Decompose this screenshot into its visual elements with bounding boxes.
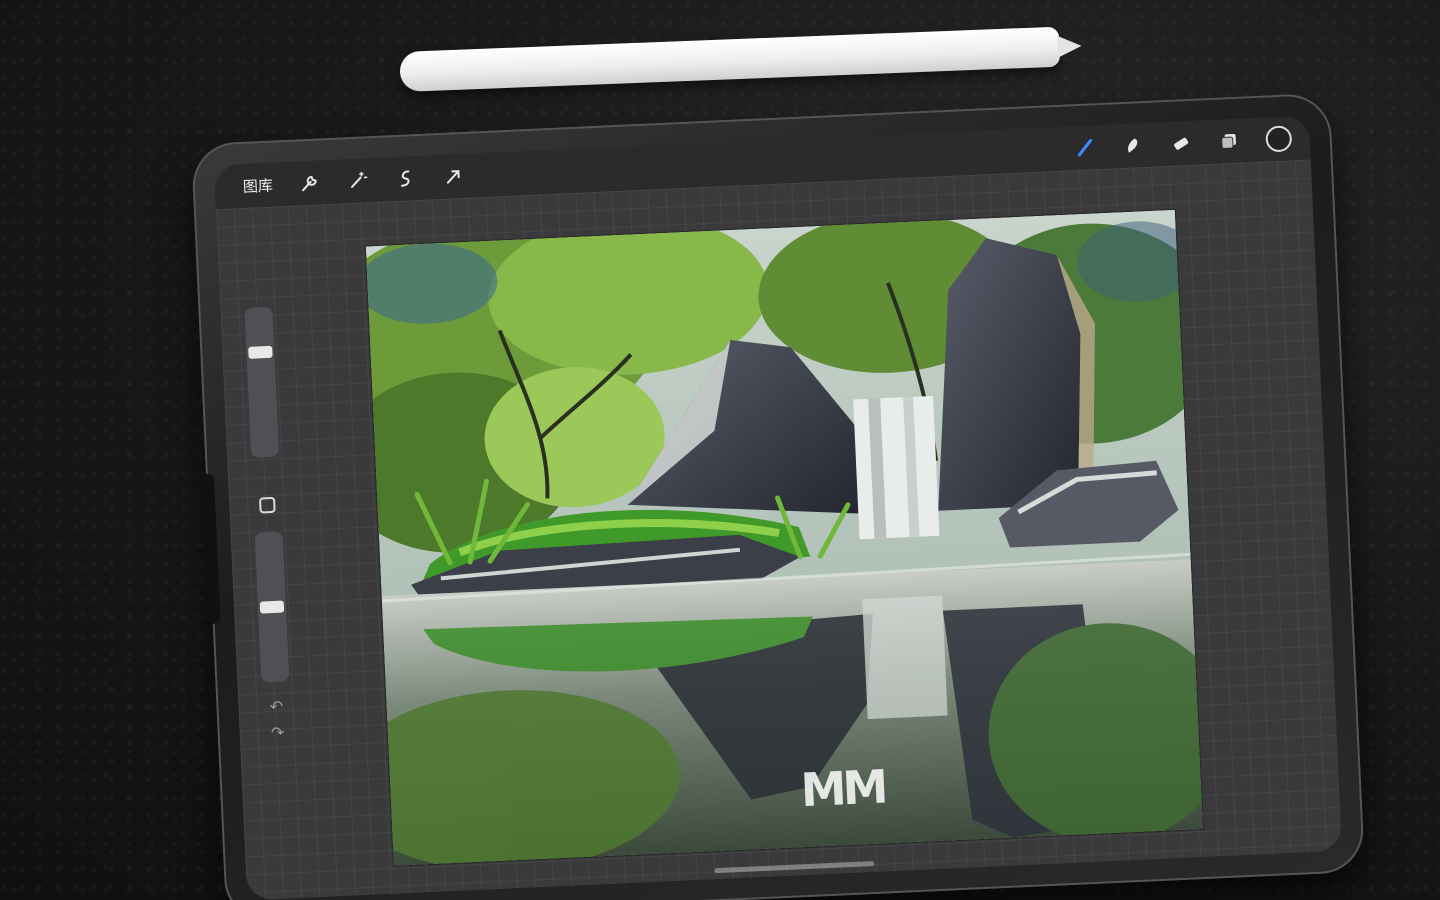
magic-wand-icon[interactable] — [346, 169, 369, 192]
selection-icon[interactable] — [394, 167, 417, 190]
apple-pencil — [399, 26, 1082, 92]
desk-background: 图库 ↶ ↷ MM — [0, 0, 1440, 900]
toolbar-right — [1073, 125, 1293, 161]
smudge-icon[interactable] — [1121, 134, 1144, 157]
transform-arrow-icon[interactable] — [442, 165, 465, 188]
canvas-workspace: ↶ ↷ MM — [215, 159, 1343, 900]
landscape-painting — [365, 209, 1204, 866]
layers-icon[interactable] — [1217, 130, 1240, 153]
brush-icon[interactable] — [1073, 136, 1096, 159]
gallery-button[interactable]: 图库 — [242, 174, 273, 196]
studio-watermark: MM — [799, 759, 886, 818]
procreate-screen: 图库 ↶ ↷ MM — [213, 115, 1343, 900]
brush-size-thumb[interactable] — [248, 345, 273, 359]
opacity-thumb[interactable] — [259, 600, 285, 614]
pencil-magnet-notch — [199, 473, 221, 625]
undo-button[interactable]: ↶ — [266, 697, 287, 718]
wrench-icon[interactable] — [298, 171, 321, 194]
opacity-slider[interactable] — [254, 531, 290, 683]
toolbar-left: 图库 — [242, 165, 465, 197]
ipad-device: 图库 ↶ ↷ MM — [190, 92, 1366, 900]
painting-canvas[interactable]: MM — [365, 209, 1204, 866]
waterfall — [853, 395, 940, 540]
redo-button[interactable]: ↷ — [267, 722, 288, 743]
modify-button[interactable] — [258, 496, 276, 514]
brush-size-slider[interactable] — [244, 306, 280, 458]
eraser-icon[interactable] — [1169, 132, 1192, 155]
color-picker-swatch[interactable] — [1265, 125, 1293, 153]
side-toolbar: ↶ ↷ — [240, 306, 296, 748]
pencil-tip — [1057, 34, 1082, 58]
